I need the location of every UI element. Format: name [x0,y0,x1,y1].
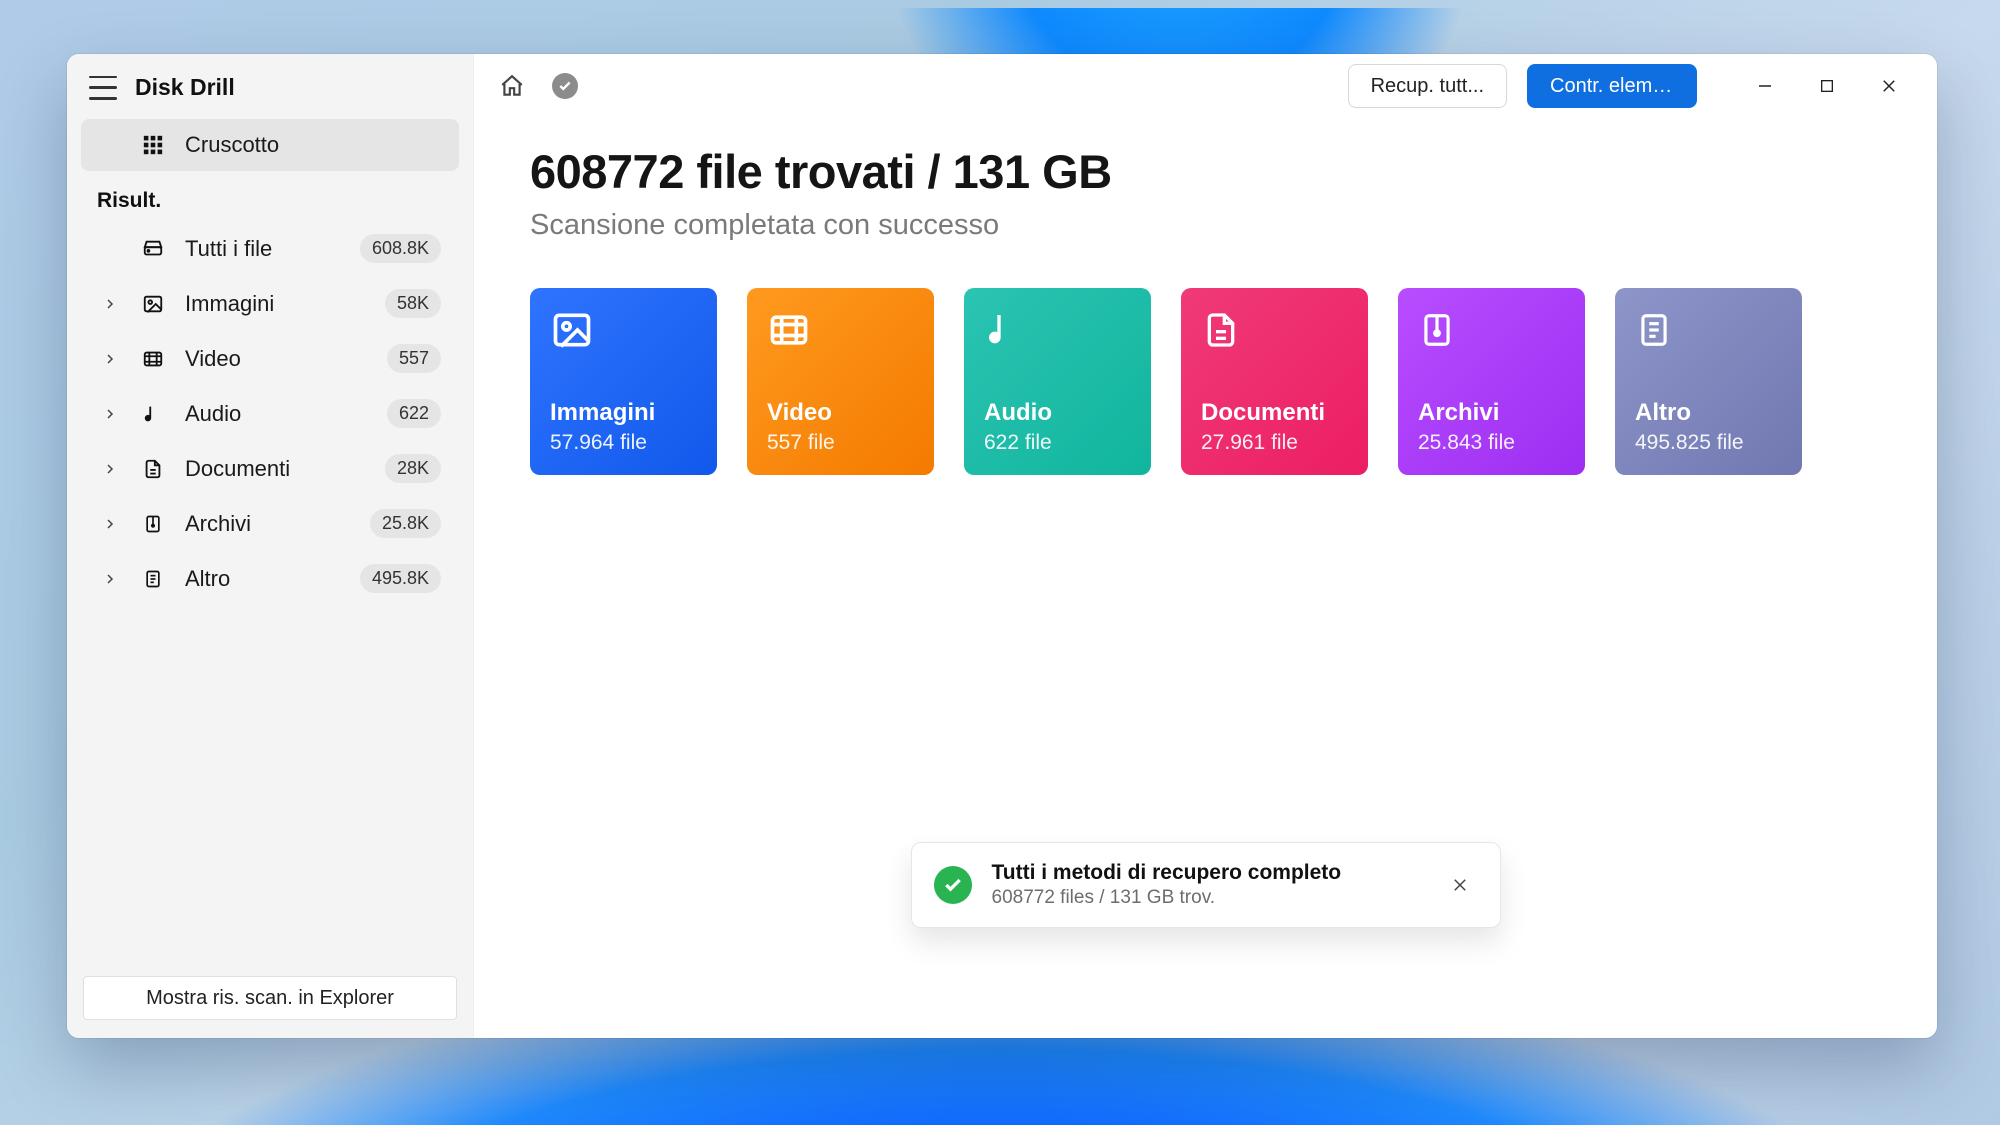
sidebar-item-badge: 28K [385,454,441,483]
maximize-button[interactable] [1797,64,1857,108]
audio-icon [139,401,167,427]
window-controls [1735,64,1919,108]
archive-icon [139,511,167,537]
other-icon [139,566,167,592]
chevron-right-icon[interactable] [99,462,121,476]
sidebar-item-video[interactable]: Video 557 [81,331,459,386]
sidebar-item-label: Archivi [185,511,352,537]
category-card-archivi[interactable]: Archivi 25.843 file [1398,288,1585,475]
chevron-right-icon[interactable] [99,572,121,586]
card-name: Video [767,399,914,427]
sidebar-item-altro[interactable]: Altro 495.8K [81,551,459,606]
doc-icon [1201,308,1249,356]
category-card-video[interactable]: Video 557 file [747,288,934,475]
sidebar-item-label: Documenti [185,456,367,482]
minimize-button[interactable] [1735,64,1795,108]
recover-all-button[interactable]: Recup. tutt... [1348,64,1507,108]
app-title: Disk Drill [135,74,235,101]
sidebar-item-label: Cruscotto [185,132,441,158]
card-count: 495.825 file [1635,431,1782,455]
completion-toast: Tutti i metodi di recupero completo 6087… [911,842,1501,928]
video-icon [139,346,167,372]
chevron-right-icon[interactable] [99,297,121,311]
sidebar: Disk Drill › Cruscotto Risult. Tutti i f… [67,54,474,1038]
chevron-right-icon[interactable] [99,517,121,531]
toast-subtitle: 608772 files / 131 GB trov. [992,887,1342,909]
toast-title: Tutti i metodi di recupero completo [992,861,1342,885]
grid-icon [139,132,167,158]
checkmark-icon[interactable] [552,73,578,99]
app-window: Disk Drill › Cruscotto Risult. Tutti i f… [67,54,1937,1038]
sidebar-item-immagini[interactable]: Immagini 58K [81,276,459,331]
summary-subtitle: Scansione completata con successo [530,209,1881,242]
sidebar-header: Disk Drill [67,60,473,119]
home-icon[interactable] [492,66,532,106]
video-icon [767,308,815,356]
sidebar-item-label: Video [185,346,369,372]
sidebar-item-label: Tutti i file [185,236,342,262]
audio-icon [984,308,1032,356]
category-cards: Immagini 57.964 file Video 557 file Audio 622… [530,288,1881,475]
sidebar-item-badge: 622 [387,399,441,428]
sidebar-item-label: Immagini [185,291,367,317]
image-icon [550,308,598,356]
show-in-explorer-button[interactable]: Mostra ris. scan. in Explorer [83,976,457,1020]
card-count: 27.961 file [1201,431,1348,455]
card-name: Immagini [550,399,697,427]
toast-close-button[interactable] [1442,867,1478,903]
category-card-altro[interactable]: Altro 495.825 file [1615,288,1802,475]
menu-icon[interactable] [89,76,117,100]
sidebar-item-tutti-i-file[interactable]: Tutti i file 608.8K [81,221,459,276]
category-card-audio[interactable]: Audio 622 file [964,288,1151,475]
category-card-immagini[interactable]: Immagini 57.964 file [530,288,717,475]
doc-icon [139,456,167,482]
card-count: 57.964 file [550,431,697,455]
close-button[interactable] [1859,64,1919,108]
card-name: Documenti [1201,399,1348,427]
card-count: 557 file [767,431,914,455]
category-card-documenti[interactable]: Documenti 27.961 file [1181,288,1368,475]
sidebar-item-label: Altro [185,566,342,592]
chevron-right-icon[interactable] [99,352,121,366]
card-count: 622 file [984,431,1131,455]
sidebar-item-badge: 25.8K [370,509,441,538]
sidebar-item-documenti[interactable]: Documenti 28K [81,441,459,496]
card-name: Archivi [1418,399,1565,427]
image-icon [139,291,167,317]
success-check-icon [934,866,972,904]
summary-title: 608772 file trovati / 131 GB [530,144,1881,199]
sidebar-item-badge: 495.8K [360,564,441,593]
sidebar-item-badge: 58K [385,289,441,318]
sidebar-item-badge: 557 [387,344,441,373]
disk-icon [139,236,167,262]
sidebar-item-archivi[interactable]: Archivi 25.8K [81,496,459,551]
card-name: Altro [1635,399,1782,427]
sidebar-item-audio[interactable]: Audio 622 [81,386,459,441]
sidebar-section-results: Risult. [67,171,473,221]
review-found-button[interactable]: Contr. elem. trov. [1527,64,1697,108]
toolbar: Recup. tutt... Contr. elem. trov. [474,54,1937,118]
sidebar-item-badge: 608.8K [360,234,441,263]
sidebar-item-dashboard[interactable]: › Cruscotto [81,119,459,171]
card-count: 25.843 file [1418,431,1565,455]
sidebar-item-label: Audio [185,401,369,427]
chevron-right-icon[interactable] [99,407,121,421]
card-name: Audio [984,399,1131,427]
main-area: Recup. tutt... Contr. elem. trov. 608772… [474,54,1937,1038]
archive-icon [1418,308,1466,356]
other-icon [1635,308,1683,356]
